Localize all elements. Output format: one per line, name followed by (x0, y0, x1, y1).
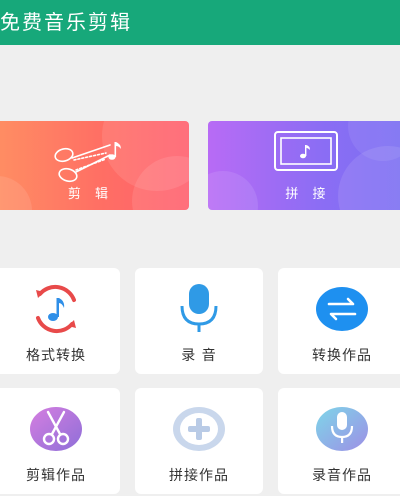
record-tile[interactable]: 录 音 (135, 268, 263, 374)
recorded-works-label: 录音作品 (312, 468, 372, 484)
edit-card-label: 剪 辑 (67, 187, 114, 202)
music-convert-icon (36, 284, 76, 334)
converted-works-tile[interactable]: 转换作品 (278, 268, 400, 374)
mic-circle-icon (316, 407, 368, 451)
swap-arrows-icon (316, 287, 368, 331)
joined-works-label: 拼接作品 (169, 468, 229, 484)
app-title: 免费音乐剪辑 (0, 10, 132, 34)
scissors-icon (30, 407, 82, 451)
microphone-icon (180, 284, 218, 332)
joined-works-tile[interactable]: 拼接作品 (135, 388, 263, 494)
app-header: 免费音乐剪辑 (0, 0, 400, 45)
converted-works-label: 转换作品 (312, 348, 372, 364)
recorded-works-tile[interactable]: 录音作品 (278, 388, 400, 494)
screen-music-icon (274, 131, 338, 171)
edited-works-label: 剪辑作品 (26, 468, 86, 484)
join-card-label: 拼 接 (285, 187, 331, 202)
format-convert-tile[interactable]: 格式转换 (0, 268, 120, 374)
edited-works-tile[interactable]: 剪辑作品 (0, 388, 120, 494)
plus-circle-icon (173, 407, 225, 451)
record-label: 录 音 (181, 348, 217, 364)
format-convert-label: 格式转换 (26, 348, 86, 364)
join-card[interactable]: 拼 接 (208, 121, 400, 210)
edit-card[interactable]: 剪 辑 (0, 121, 189, 210)
scissors-music-icon (54, 142, 121, 183)
